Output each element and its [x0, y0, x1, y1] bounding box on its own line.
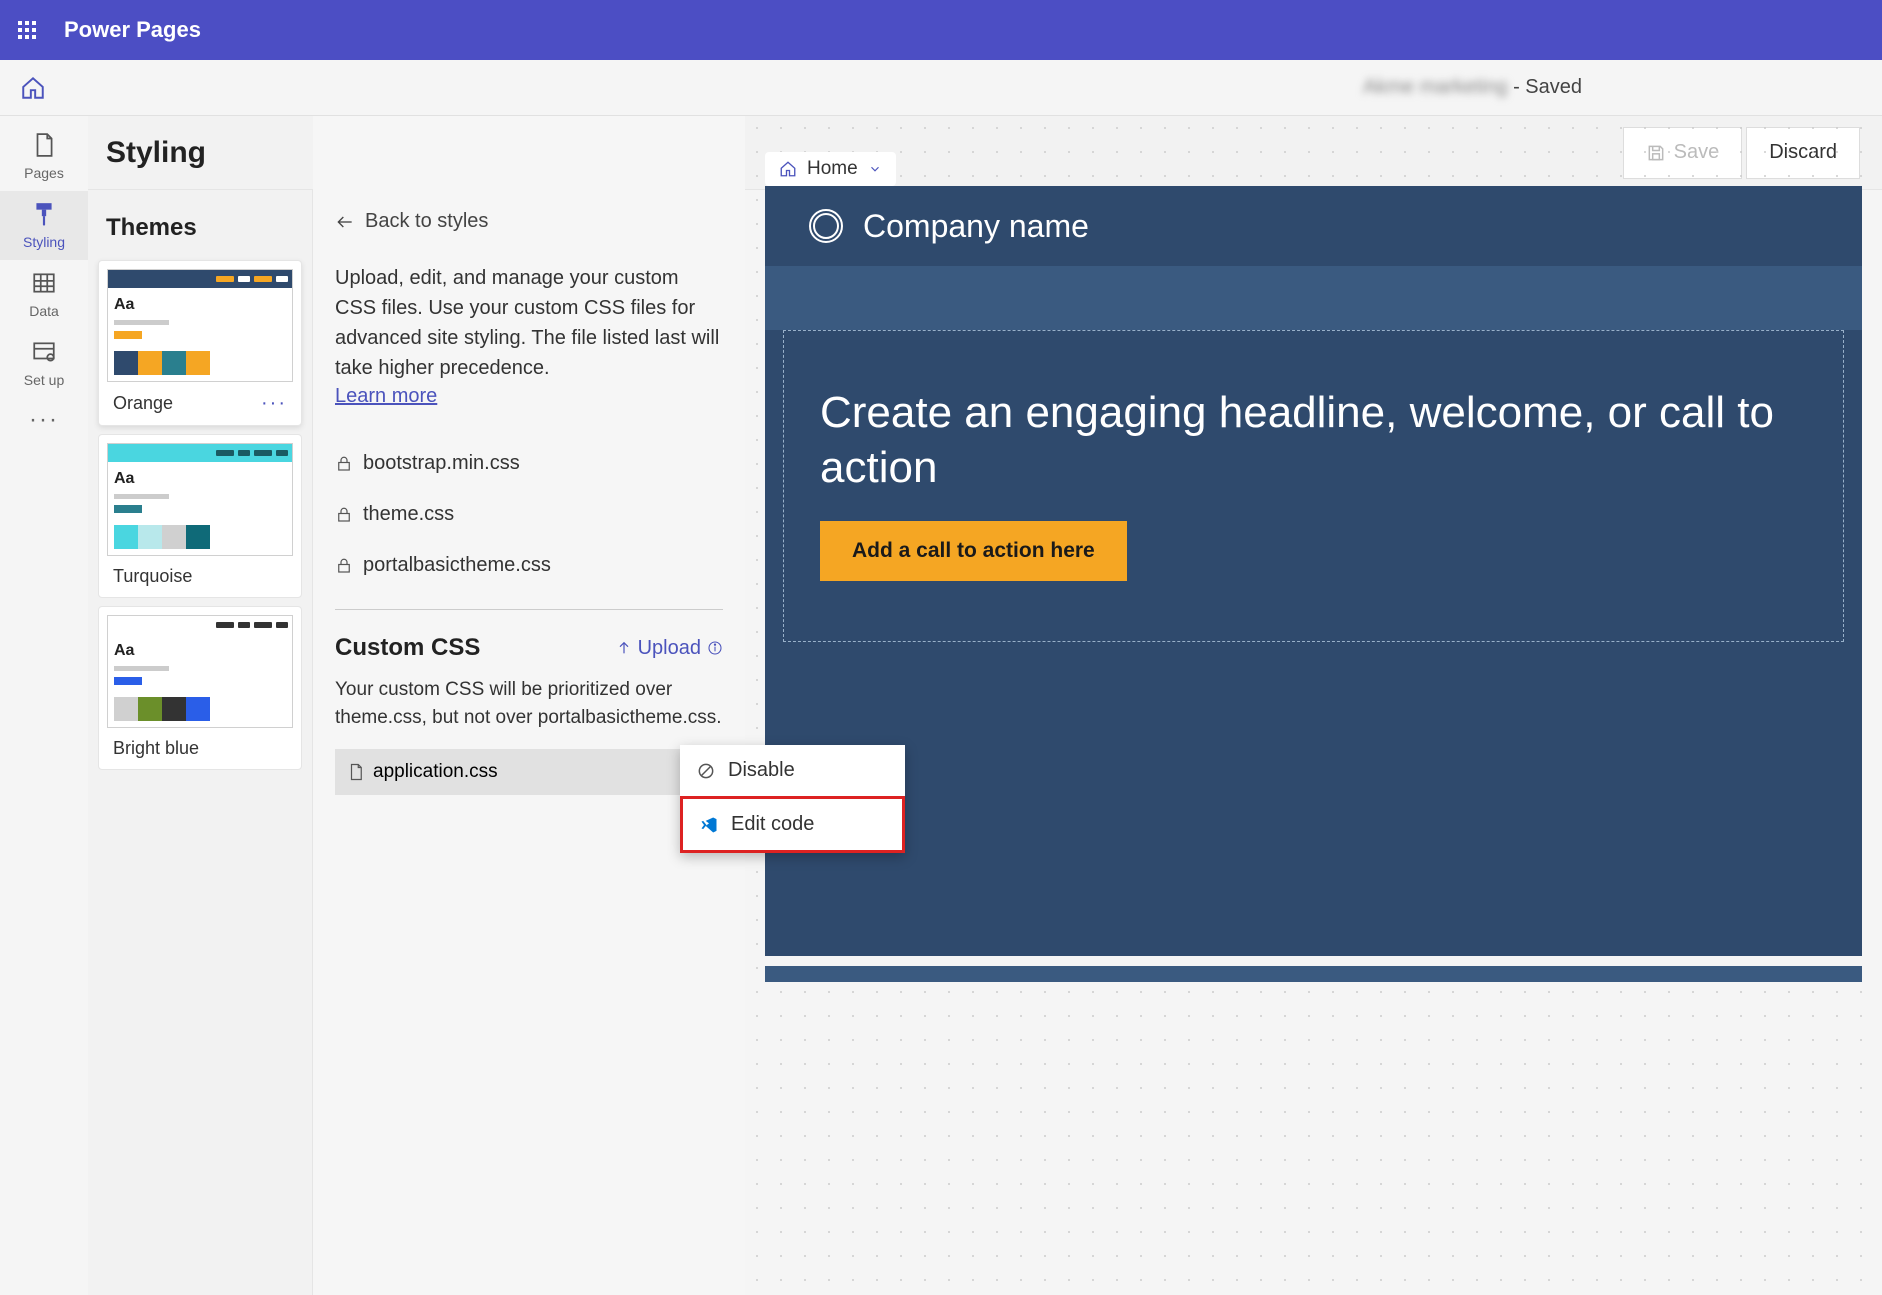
learn-more-link[interactable]: Learn more [335, 385, 437, 408]
rail-item-pages[interactable]: Pages [0, 122, 88, 191]
back-to-styles-link[interactable]: Back to styles [335, 210, 488, 233]
theme-more-icon[interactable]: ··· [261, 392, 287, 415]
site-name: Akme marketing [1363, 76, 1508, 98]
locked-css-list: bootstrap.min.csstheme.cssportalbasicthe… [335, 438, 723, 591]
context-menu: Disable Edit code [680, 745, 905, 853]
css-panel-description: Upload, edit, and manage your custom CSS… [335, 263, 723, 383]
theme-name: Orange [113, 393, 173, 414]
home-icon [779, 160, 797, 178]
custom-css-heading: Custom CSS [335, 634, 480, 662]
app-title: Power Pages [64, 17, 201, 43]
menu-item-edit-code[interactable]: Edit code [680, 796, 905, 853]
custom-css-description: Your custom CSS will be prioritized over… [335, 676, 723, 731]
home-icon[interactable] [20, 75, 46, 101]
logo-icon [809, 209, 843, 243]
arrow-left-icon [335, 212, 355, 232]
page-preview: Home Company name Create an engaging hea… [745, 116, 1882, 1295]
menu-item-disable[interactable]: Disable [680, 745, 905, 796]
preview-canvas: Company name Create an engaging headline… [765, 186, 1862, 956]
left-nav-rail: Pages Styling Data Set up ··· [0, 116, 88, 1295]
preview-footer-strip [765, 966, 1862, 982]
theme-name: Bright blue [113, 738, 199, 759]
preview-nav-band [765, 266, 1862, 330]
theme-card[interactable]: Aa Orange ··· [98, 260, 302, 426]
css-panel: Back to styles Upload, edit, and manage … [313, 116, 745, 1295]
site-save-status: Akme marketing - Saved [1363, 76, 1582, 99]
page-title: Styling [106, 136, 206, 170]
preview-site-header: Company name [765, 186, 1862, 266]
upload-button[interactable]: Upload [616, 637, 723, 660]
app-launcher-icon[interactable] [18, 21, 36, 39]
lock-icon [335, 506, 353, 524]
lock-icon [335, 557, 353, 575]
company-name: Company name [863, 208, 1089, 245]
cta-button[interactable]: Add a call to action here [820, 521, 1127, 581]
theme-preview: Aa [107, 615, 293, 728]
theme-card[interactable]: Aa Bright blue [98, 606, 302, 770]
themes-panel: Themes Aa Orange ··· Aa Turq [88, 116, 313, 1295]
rail-more-icon[interactable]: ··· [29, 406, 59, 434]
rail-item-styling[interactable]: Styling [0, 191, 88, 260]
locked-css-file: portalbasictheme.css [335, 540, 723, 591]
divider [335, 609, 723, 610]
chevron-down-icon [868, 162, 882, 176]
custom-css-file[interactable]: application.css··· [335, 749, 723, 795]
preview-hero-section[interactable]: Create an engaging headline, welcome, or… [783, 330, 1844, 642]
info-icon [707, 640, 723, 656]
themes-heading: Themes [88, 190, 312, 252]
command-bar: Akme marketing - Saved [0, 60, 1882, 116]
rail-item-setup[interactable]: Set up [0, 329, 88, 398]
upload-icon [616, 640, 632, 656]
lock-icon [335, 455, 353, 473]
theme-list: Aa Orange ··· Aa Turquoise [88, 252, 312, 786]
rail-item-data[interactable]: Data [0, 260, 88, 329]
disable-icon [696, 761, 716, 781]
hero-headline: Create an engaging headline, welcome, or… [820, 385, 1807, 495]
locked-css-file: theme.css [335, 489, 723, 540]
vscode-icon [699, 815, 719, 835]
theme-preview: Aa [107, 269, 293, 382]
breadcrumb[interactable]: Home [765, 152, 896, 186]
theme-card[interactable]: Aa Turquoise [98, 434, 302, 598]
top-app-bar: Power Pages [0, 0, 1882, 60]
file-icon [347, 763, 365, 781]
locked-css-file: bootstrap.min.css [335, 438, 723, 489]
theme-preview: Aa [107, 443, 293, 556]
theme-name: Turquoise [113, 566, 192, 587]
